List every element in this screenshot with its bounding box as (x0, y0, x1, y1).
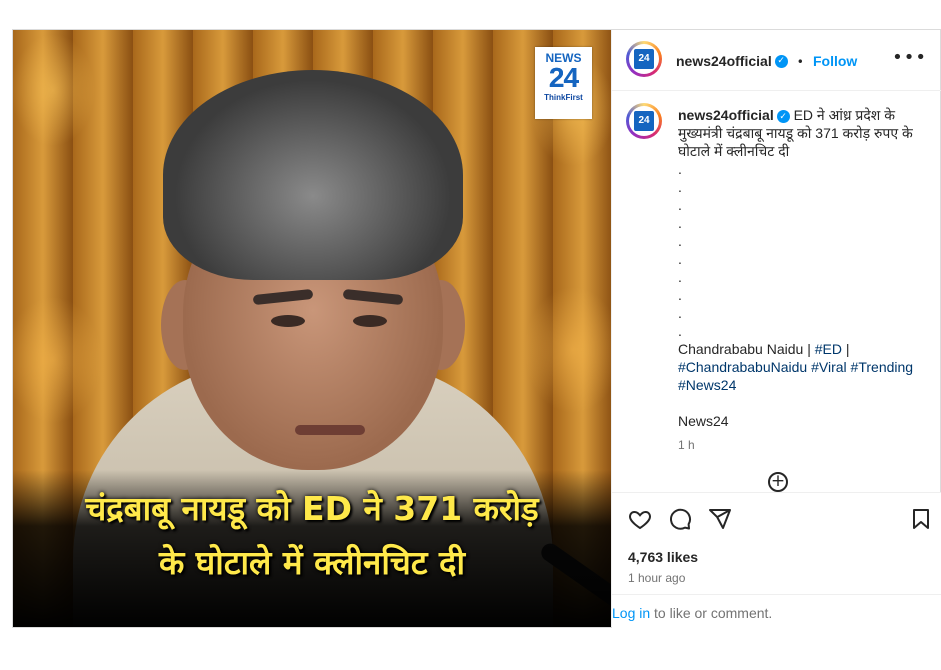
photo-eye-left (271, 315, 305, 327)
caption-dot: . (678, 287, 682, 303)
header-username[interactable]: news24official (676, 53, 772, 69)
instagram-post: NEWS 24 ThinkFirst चंद्रबाबू नायडू को ED… (12, 29, 941, 628)
login-link[interactable]: Log in (612, 605, 650, 621)
caption-plain-separator: | (841, 341, 850, 357)
avatar-logo: 24 (634, 49, 654, 69)
news24-logo: NEWS 24 ThinkFirst (535, 47, 592, 119)
caption-dot: . (678, 251, 682, 267)
hashtag-trending[interactable]: #Trending (851, 359, 914, 375)
caption-dots: . . . . . . . . . . (678, 160, 930, 340)
caption-avatar-logo: 24 (634, 111, 654, 131)
like-count[interactable]: 4,763 likes (628, 549, 698, 565)
caption: news24official ✓ ED ने आंध्र प्रदेश के मु… (678, 106, 930, 454)
comment-icon[interactable] (668, 507, 692, 531)
caption-avatar[interactable]: 24 (626, 103, 662, 139)
post-timestamp[interactable]: 1 hour ago (628, 571, 685, 585)
caption-dot: . (678, 161, 682, 177)
headline-line-1: चंद्रबाबू नायडू को ED ने 371 करोड़ (85, 489, 539, 528)
hashtag-viral[interactable]: #Viral (811, 359, 847, 375)
caption-tags: Chandrababu Naidu | #ED | #ChandrababuNa… (678, 340, 930, 394)
caption-plain-text: Chandrababu Naidu | (678, 341, 815, 357)
caption-dot: . (678, 233, 682, 249)
caption-dot: . (678, 269, 682, 285)
load-more-comments-icon[interactable]: + (768, 472, 788, 492)
share-icon[interactable] (708, 507, 732, 531)
photo-eye-right (353, 315, 387, 327)
caption-dot: . (678, 215, 682, 231)
caption-signature: News24 (678, 413, 729, 429)
logo-tagline-text: ThinkFirst (544, 93, 583, 102)
caption-verified-badge-icon: ✓ (776, 109, 790, 123)
hashtag-chandrababunaidu[interactable]: #ChandrababuNaidu (678, 359, 807, 375)
verified-badge-icon: ✓ (774, 55, 788, 68)
login-rest-text: to like or comment. (650, 605, 773, 621)
follow-button[interactable]: Follow (813, 53, 857, 69)
caption-dot: . (678, 305, 682, 321)
avatar[interactable]: 24 (626, 41, 662, 77)
save-bookmark-icon[interactable] (909, 507, 933, 531)
hashtag-news24[interactable]: #News24 (678, 377, 736, 393)
more-options-icon[interactable]: ••• (892, 47, 927, 68)
post-side-panel: 24 news24official ✓ • Follow ••• 24 news2… (611, 30, 941, 628)
caption-time[interactable]: 1 h (678, 436, 930, 454)
post-header: 24 news24official ✓ • Follow ••• (612, 30, 941, 91)
login-prompt-text: Log in to like or comment. (612, 605, 772, 621)
logo-number-text: 24 (535, 64, 592, 92)
comments-area: 24 news24official ✓ ED ने आंध्र प्रदेश के… (612, 91, 941, 491)
caption-dot: . (678, 323, 682, 339)
like-heart-icon[interactable] (628, 507, 652, 531)
caption-dot: . (678, 197, 682, 213)
caption-username[interactable]: news24official (678, 107, 774, 123)
caption-dot: . (678, 179, 682, 195)
photo-hair (163, 70, 463, 280)
post-image[interactable]: NEWS 24 ThinkFirst चंद्रबाबू नायडू को ED… (13, 30, 611, 627)
post-actions: 4,763 likes 1 hour ago Log in to like or… (612, 492, 941, 628)
image-headline: चंद्रबाबू नायडू को ED ने 371 करोड़ के घो… (13, 482, 611, 590)
login-prompt: Log in to like or comment. (612, 594, 941, 629)
headline-line-2: के घोटाले में क्लीनचिट दी (158, 543, 466, 582)
header-user-row: news24official ✓ • Follow (676, 51, 857, 70)
photo-mouth (295, 425, 365, 435)
hashtag-ed[interactable]: #ED (815, 341, 842, 357)
header-separator: • (796, 55, 804, 69)
